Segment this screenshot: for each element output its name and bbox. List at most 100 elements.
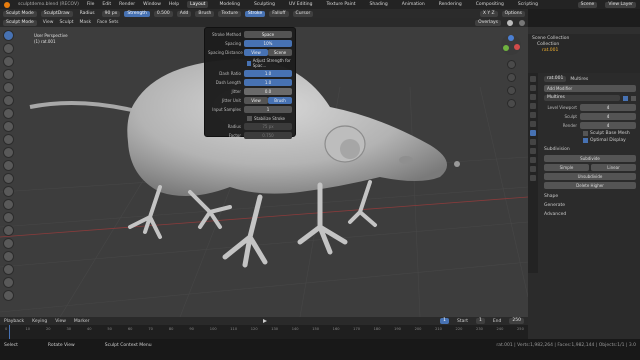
subdivide-button[interactable]: Subdivide [544, 155, 636, 162]
scrape-brush-icon[interactable] [3, 186, 14, 197]
menu-sculpt[interactable]: Sculpt [59, 20, 73, 25]
modifier-tab-icon[interactable] [530, 130, 536, 136]
scene-tab-icon[interactable] [530, 103, 536, 109]
zoom-icon[interactable] [506, 60, 516, 69]
optimal-display-checkbox[interactable] [583, 138, 588, 143]
material-tab-icon[interactable] [530, 175, 536, 181]
pan-icon[interactable] [506, 73, 516, 82]
timeline-ruler[interactable]: 0 10 20 30 40 50 60 70 80 90 100 110 120 130 140 150 160… [0, 325, 528, 339]
scene-selector[interactable]: Scene [577, 1, 598, 8]
clay-thumb-brush-icon[interactable] [3, 82, 14, 93]
workspace-tab-texture-paint[interactable]: Texture Paint [323, 1, 358, 8]
input-samples-field[interactable]: 1 [244, 106, 292, 113]
timeline-menu-view[interactable]: View [55, 319, 66, 324]
menu-help[interactable]: Help [169, 2, 179, 7]
workspace-tab-layout[interactable]: Layout [187, 1, 209, 8]
clay-brush-icon[interactable] [3, 56, 14, 67]
symmetry-toggles[interactable]: X Y Z [479, 10, 498, 17]
level-viewport-field[interactable]: 4 [580, 104, 636, 111]
menu-view[interactable]: View [43, 20, 54, 25]
timeline-menu-keying[interactable]: Keying [32, 319, 47, 324]
blender-logo-icon[interactable] [4, 1, 10, 8]
thumb-brush-icon[interactable] [3, 238, 14, 249]
spacing-distance-scene[interactable]: Scene [268, 49, 292, 56]
flatten-brush-icon[interactable] [3, 160, 14, 171]
modifier-name-field[interactable]: Multires [544, 95, 620, 101]
end-frame-field[interactable]: 250 [509, 318, 524, 324]
play-button[interactable] [262, 319, 267, 323]
strength-value[interactable]: 0.500 [153, 10, 173, 17]
modifier-close-icon[interactable] [631, 95, 636, 101]
workspace-tab-animation[interactable]: Animation [399, 1, 428, 8]
pose-brush-icon[interactable] [3, 251, 14, 262]
axis-gizmo-icon[interactable] [500, 34, 522, 56]
workspace-tab-uv-editing[interactable]: UV Editing [286, 1, 315, 8]
workspace-tab-scripting[interactable]: Scripting [515, 1, 541, 8]
workspace-tab-modeling[interactable]: Modeling [216, 1, 242, 8]
stroke-menu[interactable]: Stroke [244, 10, 266, 17]
camera-icon[interactable] [506, 86, 516, 95]
perspective-toggle-icon[interactable] [506, 99, 516, 108]
simple-button[interactable]: Simple [544, 164, 589, 171]
clay-strips-brush-icon[interactable] [3, 69, 14, 80]
subdivision-header[interactable]: Subdivision [544, 147, 636, 152]
timeline-menu-marker[interactable]: Marker [74, 319, 90, 324]
constraints-tab-icon[interactable] [530, 157, 536, 163]
draw-brush-icon[interactable] [3, 30, 14, 41]
start-frame-field[interactable]: 1 [475, 318, 485, 324]
brush-selector[interactable]: SculptDraw [40, 10, 73, 17]
dash-ratio-field[interactable]: 1.0 [244, 70, 292, 77]
spacing-distance-view[interactable]: View [244, 49, 268, 56]
options-menu[interactable]: Options [501, 10, 525, 17]
jitter-unit-view[interactable]: View [244, 97, 268, 104]
menu-edit[interactable]: Edit [102, 2, 111, 7]
add-modifier-button[interactable]: Add Modifier [544, 85, 636, 92]
menu-window[interactable]: Window [143, 2, 161, 7]
sculpt-mode-selector[interactable]: Sculpt Mode [3, 10, 37, 17]
timeline-menu-playback[interactable]: Playback [4, 319, 24, 324]
linear-button[interactable]: Linear [591, 164, 636, 171]
smooth-brush-icon[interactable] [3, 147, 14, 158]
jitter-field[interactable]: 0.0 [244, 88, 292, 95]
physics-tab-icon[interactable] [530, 148, 536, 154]
sculpt-base-mesh-checkbox[interactable] [583, 131, 588, 136]
stroke-method-dropdown[interactable]: Space [244, 31, 292, 38]
delete-higher-button[interactable]: Delete Higher [544, 182, 636, 189]
brush-direction-toggle[interactable]: Add [176, 10, 192, 17]
tool-tab-icon[interactable] [530, 76, 536, 82]
output-tab-icon[interactable] [530, 94, 536, 100]
view-layer-selector[interactable]: View Layer [605, 1, 636, 8]
world-tab-icon[interactable] [530, 112, 536, 118]
render-level-field[interactable]: 4 [580, 122, 636, 129]
overlays-dropdown[interactable]: Overlays [475, 19, 501, 26]
shading-solid-icon[interactable] [507, 19, 513, 26]
workspace-tab-rendering[interactable]: Rendering [436, 1, 465, 8]
mask-brush-icon[interactable] [3, 264, 14, 275]
snake-hook-brush-icon[interactable] [3, 225, 14, 236]
fill-brush-icon[interactable] [3, 173, 14, 184]
modifier-visibility-icon[interactable] [623, 95, 628, 101]
object-name-field[interactable]: rat.001 [544, 76, 567, 82]
dash-length-field[interactable]: 1.0 [244, 79, 292, 86]
jitter-unit-brush[interactable]: Brush [268, 97, 292, 104]
particles-tab-icon[interactable] [530, 139, 536, 145]
cursor-menu[interactable]: Cursor [292, 10, 314, 17]
shading-material-icon[interactable] [519, 19, 525, 26]
workspace-tab-sculpting[interactable]: Sculpting [251, 1, 278, 8]
workspace-tab-compositing[interactable]: Compositing [473, 1, 507, 8]
outliner-item-rat[interactable]: rat.001 [532, 48, 636, 54]
crease-brush-icon[interactable] [3, 134, 14, 145]
menu-file[interactable]: File [87, 2, 95, 7]
grab-brush-icon[interactable] [3, 212, 14, 223]
generate-header[interactable]: Generate [544, 203, 636, 208]
advanced-header[interactable]: Advanced [544, 212, 636, 217]
stabilize-stroke-checkbox[interactable] [247, 116, 252, 121]
data-tab-icon[interactable] [530, 166, 536, 172]
blob-brush-icon[interactable] [3, 121, 14, 132]
adjust-strength-checkbox[interactable] [247, 60, 251, 66]
box-mask-icon[interactable] [3, 277, 14, 288]
menu-render[interactable]: Render [119, 2, 135, 7]
layer-brush-icon[interactable] [3, 95, 14, 106]
unsubdivide-button[interactable]: Unsubdivide [544, 173, 636, 180]
render-tab-icon[interactable] [530, 85, 536, 91]
